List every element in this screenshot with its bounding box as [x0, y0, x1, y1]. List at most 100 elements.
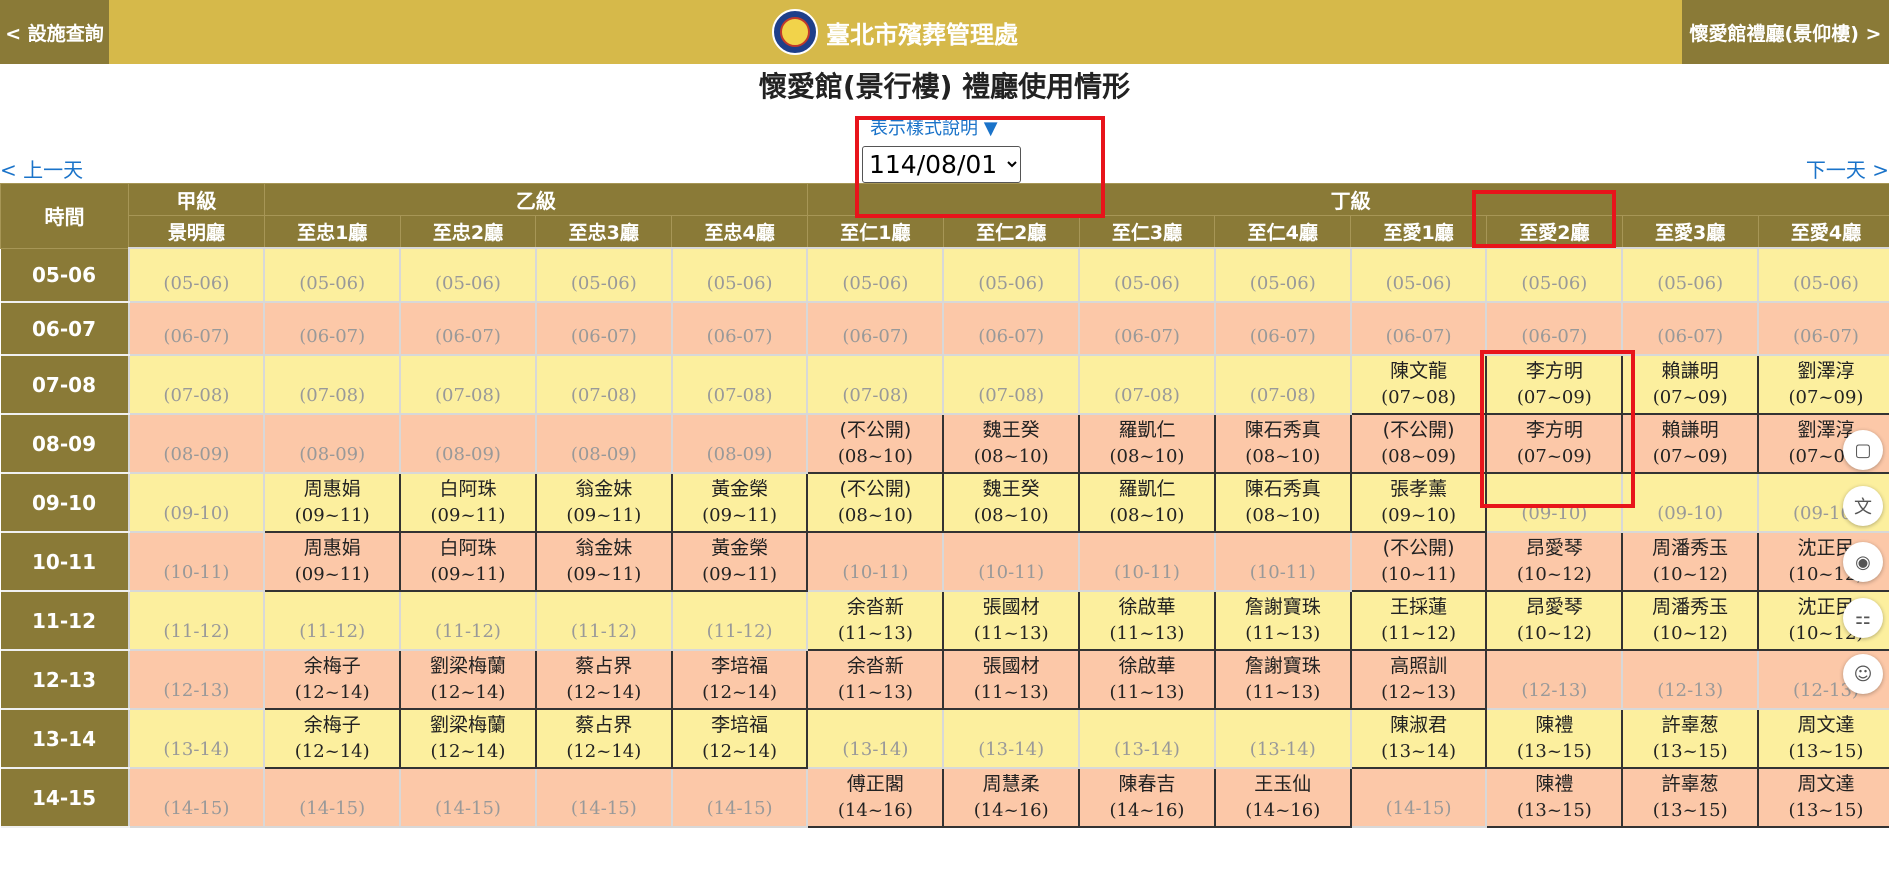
empty-slot-cell[interactable]: (06-07) [534, 301, 673, 356]
booking-cell[interactable]: (不公開) (08~10) [806, 413, 945, 474]
empty-slot-cell[interactable]: (13-14) [1078, 708, 1216, 769]
booking-cell[interactable]: 劉梁梅蘭 (12~14) [399, 649, 537, 710]
booking-cell[interactable]: 昂愛琴 (10~12) [1485, 590, 1624, 651]
booking-cell[interactable]: 陳春吉 (14~16) [1078, 767, 1216, 828]
empty-slot-cell[interactable]: (07-08) [670, 354, 809, 415]
empty-slot-cell[interactable]: (05-06) [806, 247, 945, 303]
booking-cell[interactable]: (不公開) (08~10) [806, 472, 945, 533]
empty-slot-cell[interactable]: (08-09) [127, 413, 266, 474]
booking-cell[interactable]: 羅凱仁 (08~10) [1078, 413, 1216, 474]
empty-slot-cell[interactable]: (06-07) [1078, 301, 1216, 356]
empty-slot-cell[interactable]: (14-15) [534, 767, 673, 828]
empty-slot-cell[interactable]: (08-09) [534, 413, 673, 474]
next-day-link[interactable]: 下一天 > [1806, 154, 1889, 183]
booking-cell[interactable]: 昂愛琴 (10~12) [1485, 531, 1624, 592]
booking-cell[interactable]: 蔡占界 (12~14) [534, 649, 673, 710]
booking-cell[interactable]: 余梅子 (12~14) [263, 649, 402, 710]
empty-slot-cell[interactable]: (09-10) [1485, 472, 1624, 533]
booking-cell[interactable]: 張國材 (11~13) [942, 590, 1081, 651]
booking-cell[interactable]: 陳禮 (13~15) [1485, 708, 1624, 769]
booking-cell[interactable]: 劉梁梅蘭 (12~14) [399, 708, 537, 769]
empty-slot-cell[interactable]: (06-07) [1349, 301, 1488, 356]
empty-slot-cell[interactable]: (10-11) [1078, 531, 1216, 592]
booking-cell[interactable]: 徐啟華 (11~13) [1078, 590, 1216, 651]
booking-cell[interactable]: 余梅子 (12~14) [263, 708, 402, 769]
empty-slot-cell[interactable]: (11-12) [534, 590, 673, 651]
empty-slot-cell[interactable]: (06-07) [1485, 301, 1624, 356]
empty-slot-cell[interactable]: (13-14) [942, 708, 1081, 769]
empty-slot-cell[interactable]: (05-06) [1213, 247, 1352, 303]
booking-cell[interactable]: 周文達 (13~15) [1757, 708, 1889, 769]
legend-toggle-link[interactable]: 表示樣式說明 ▼ [870, 114, 998, 140]
booking-cell[interactable]: 周慧柔 (14~16) [942, 767, 1081, 828]
booking-cell[interactable]: 周文達 (13~15) [1757, 767, 1889, 828]
date-select[interactable]: 114/08/01 [862, 146, 1021, 183]
empty-slot-cell[interactable]: (07-08) [127, 354, 266, 415]
booking-cell[interactable]: 詹謝寶珠 (11~13) [1213, 649, 1352, 710]
empty-slot-cell[interactable]: (07-08) [1213, 354, 1352, 415]
empty-slot-cell[interactable]: (09-10) [1621, 472, 1760, 533]
empty-slot-cell[interactable]: (05-06) [1349, 247, 1488, 303]
empty-slot-cell[interactable]: (10-11) [1213, 531, 1352, 592]
empty-slot-cell[interactable]: (12-13) [1485, 649, 1624, 710]
facility-query-link[interactable]: < 設施查詢 [0, 0, 109, 64]
empty-slot-cell[interactable]: (05-06) [263, 247, 402, 303]
empty-slot-cell[interactable]: (05-06) [942, 247, 1081, 303]
booking-cell[interactable]: 傅正閣 (14~16) [806, 767, 945, 828]
empty-slot-cell[interactable]: (06-07) [942, 301, 1081, 356]
empty-slot-cell[interactable]: (12-13) [1621, 649, 1760, 710]
next-venue-link[interactable]: 懷愛館禮廳(景仰樓) > [1682, 0, 1889, 64]
booking-cell[interactable]: (不公開) (08~09) [1349, 413, 1488, 474]
empty-slot-cell[interactable]: (06-07) [127, 301, 266, 356]
booking-cell[interactable]: 羅凱仁 (08~10) [1078, 472, 1216, 533]
booking-cell[interactable]: 張孝薰 (09~10) [1349, 472, 1488, 533]
empty-slot-cell[interactable]: (06-07) [806, 301, 945, 356]
empty-slot-cell[interactable]: (11-12) [263, 590, 402, 651]
empty-slot-cell[interactable]: (06-07) [1757, 301, 1889, 356]
booking-cell[interactable]: 蔡占界 (12~14) [534, 708, 673, 769]
empty-slot-cell[interactable]: (05-06) [1078, 247, 1216, 303]
empty-slot-cell[interactable]: (07-08) [399, 354, 537, 415]
empty-slot-cell[interactable]: (11-12) [399, 590, 537, 651]
translate-icon[interactable]: 文 [1843, 486, 1883, 526]
empty-slot-cell[interactable]: (05-06) [534, 247, 673, 303]
booking-cell[interactable]: 王玉仙 (14~16) [1213, 767, 1352, 828]
empty-slot-cell[interactable]: (08-09) [670, 413, 809, 474]
booking-cell[interactable]: 詹謝寶珠 (11~13) [1213, 590, 1352, 651]
booking-cell[interactable]: 許辜葱 (13~15) [1621, 767, 1760, 828]
empty-slot-cell[interactable]: (13-14) [127, 708, 266, 769]
empty-slot-cell[interactable]: (14-15) [127, 767, 266, 828]
book-icon[interactable]: ▢ [1843, 430, 1883, 470]
booking-cell[interactable]: 白阿珠 (09~11) [399, 472, 537, 533]
booking-cell[interactable]: 許辜葱 (13~15) [1621, 708, 1760, 769]
booking-cell[interactable]: 李方明 (07~09) [1485, 354, 1624, 415]
empty-slot-cell[interactable]: (11-12) [127, 590, 266, 651]
empty-slot-cell[interactable]: (05-06) [1485, 247, 1624, 303]
empty-slot-cell[interactable]: (10-11) [942, 531, 1081, 592]
empty-slot-cell[interactable]: (09-10) [127, 472, 266, 533]
empty-slot-cell[interactable]: (14-15) [263, 767, 402, 828]
booking-cell[interactable]: 余沓新 (11~13) [806, 649, 945, 710]
booking-cell[interactable]: 陳淑君 (13~14) [1349, 708, 1488, 769]
empty-slot-cell[interactable]: (10-11) [127, 531, 266, 592]
empty-slot-cell[interactable]: (05-06) [1757, 247, 1889, 303]
empty-slot-cell[interactable]: (12-13) [127, 649, 266, 710]
booking-cell[interactable]: 徐啟華 (11~13) [1078, 649, 1216, 710]
booking-cell[interactable]: (不公開) (10~11) [1349, 531, 1488, 592]
empty-slot-cell[interactable]: (05-06) [1621, 247, 1760, 303]
booking-cell[interactable]: 陳禮 (13~15) [1485, 767, 1624, 828]
empty-slot-cell[interactable]: (08-09) [399, 413, 537, 474]
booking-cell[interactable]: 余沓新 (11~13) [806, 590, 945, 651]
booking-cell[interactable]: 張國材 (11~13) [942, 649, 1081, 710]
empty-slot-cell[interactable]: (07-08) [806, 354, 945, 415]
empty-slot-cell[interactable]: (06-07) [263, 301, 402, 356]
empty-slot-cell[interactable]: (14-15) [670, 767, 809, 828]
empty-slot-cell[interactable]: (08-09) [263, 413, 402, 474]
empty-slot-cell[interactable]: (07-08) [534, 354, 673, 415]
booking-cell[interactable]: 李培福 (12~14) [670, 708, 809, 769]
empty-slot-cell[interactable]: (05-06) [127, 247, 266, 303]
booking-cell[interactable]: 賴謙明 (07~09) [1621, 413, 1760, 474]
booking-cell[interactable]: 陳石秀真 (08~10) [1213, 413, 1352, 474]
empty-slot-cell[interactable]: (05-06) [670, 247, 809, 303]
empty-slot-cell[interactable]: (05-06) [399, 247, 537, 303]
